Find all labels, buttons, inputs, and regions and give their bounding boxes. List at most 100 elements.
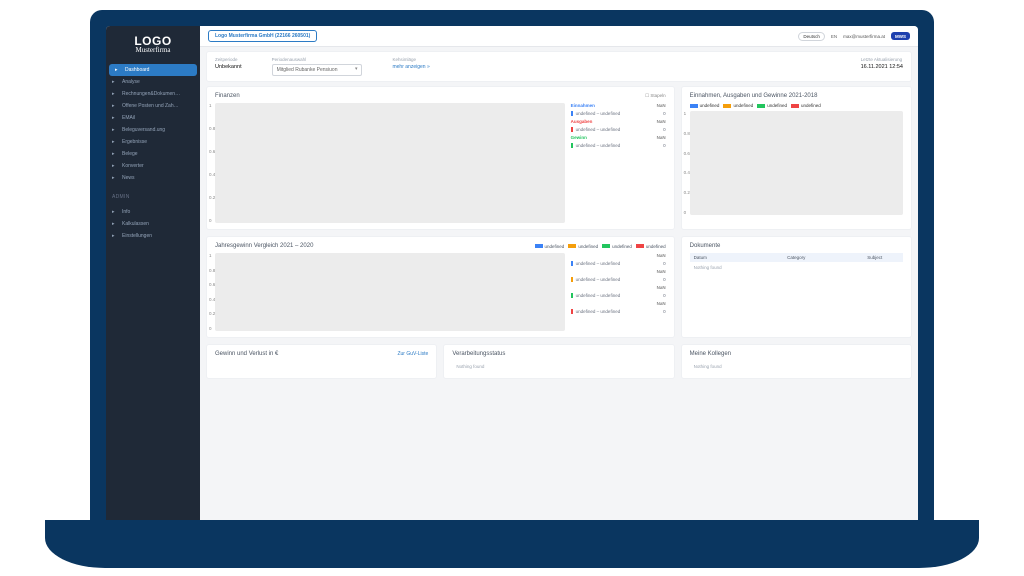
dokumente-empty: Nothing found xyxy=(690,262,903,273)
legend-item: undefined xyxy=(602,244,632,249)
vergleich-legend: undefinedundefinedundefinedundefined xyxy=(535,244,666,249)
period-value: Unbekannt xyxy=(215,64,242,70)
topbar: Logo Musterfirma GmbH (22166 260501) Deu… xyxy=(200,26,918,47)
sidebar-item-offene-posten-und-zah-[interactable]: ▸ Offene Posten und Zah… xyxy=(106,100,200,112)
nav-icon: ▸ xyxy=(112,151,118,157)
sidebar-item-rechnungen-dokumen-[interactable]: ▸ Rechnungen&Dokumen… xyxy=(106,88,200,100)
guv-title: Gewinn und Verlust in € xyxy=(215,351,278,357)
legend-item: undefined xyxy=(723,103,753,108)
nav-icon: ▸ xyxy=(115,67,121,73)
updated-label: Letzte Aktualisierung xyxy=(861,57,903,62)
period-label: Zeitperiode xyxy=(215,57,242,62)
sidebar-item-email[interactable]: ▸ EMAil xyxy=(106,112,200,124)
vergleich-metrics: NaNundefined – undefined0NaNundefined – … xyxy=(571,253,666,331)
kollegen-empty: Nothing found xyxy=(690,361,903,372)
sidebar-item-label: Offene Posten und Zah… xyxy=(122,103,179,109)
vergleich-title: Jahresgewinn Vergleich 2021 – 2020 xyxy=(215,243,313,249)
card-finanzen: Finanzen ☐ Stapeln 10.80.60.40.20 Einnah… xyxy=(206,86,675,230)
sidebar-item-news[interactable]: ▸ News xyxy=(106,172,200,184)
sidebar-item-label: Dashboard xyxy=(125,67,149,73)
sidebar-item-label: Belege xyxy=(122,151,138,157)
logo-tagline: Musterfirma xyxy=(112,46,194,54)
nav-icon: ▸ xyxy=(112,209,118,215)
sidebar-item-kalkulassen[interactable]: ▸Kalkulassen xyxy=(106,218,200,230)
sidebar-item-label: Ergebnisse xyxy=(122,139,147,145)
amounts-more-link[interactable]: mehr anzeigen » xyxy=(392,64,429,70)
col-datum[interactable]: Datum xyxy=(694,255,742,260)
legend-item: undefined xyxy=(791,103,821,108)
nav-icon: ▸ xyxy=(112,103,118,109)
language-selector[interactable]: Deutsch xyxy=(798,32,825,41)
finanzen-metrics: EinnahmenNaNundefined – undefined0Ausgab… xyxy=(571,103,666,223)
filter-bar: Zeitperiode Unbekannt Periodenauswahl Mi… xyxy=(206,51,912,82)
period-select-label: Periodenauswahl xyxy=(272,57,363,62)
period-select[interactable]: Mitglied Rubanke Pensiuon xyxy=(272,64,363,76)
main-nav: ▸Dashboard▸Analyse▸Rechnungen&Dokumen…▸O… xyxy=(106,60,200,188)
updated-value: 16.11.2021 12:54 xyxy=(861,64,903,70)
company-selector[interactable]: Logo Musterfirma GmbH (22166 260501) xyxy=(208,30,317,42)
sidebar-item-konverter[interactable]: ▸ Konverter xyxy=(106,160,200,172)
nav-icon: ▸ xyxy=(112,163,118,169)
laptop-frame: LOGO Musterfirma ▸Dashboard▸Analyse▸Rech… xyxy=(90,10,934,550)
logo-block: LOGO Musterfirma xyxy=(106,26,200,60)
sidebar-item-label: Einstellungen xyxy=(122,233,152,239)
vergleich-chart xyxy=(215,253,565,331)
sidebar: LOGO Musterfirma ▸Dashboard▸Analyse▸Rech… xyxy=(106,26,200,550)
dokumente-title: Dokumente xyxy=(690,243,721,249)
status-empty: Nothing found xyxy=(452,361,665,372)
sidebar-item-label: Info xyxy=(122,209,130,215)
nav-icon: ▸ xyxy=(112,139,118,145)
user-avatar-badge[interactable]: MWS xyxy=(891,32,910,40)
sidebar-item-beleguversand-ung[interactable]: ▸ Beleguversand.ung xyxy=(106,124,200,136)
card-guv: Gewinn und Verlust in € Zur GuV-Liste xyxy=(206,344,437,379)
finanzen-title: Finanzen xyxy=(215,93,240,99)
legend-item: undefined xyxy=(568,244,598,249)
admin-section-label: ADMIN xyxy=(106,188,200,202)
user-email: max@musterfirma.at xyxy=(843,34,885,39)
sidebar-item-label: Konverter xyxy=(122,163,144,169)
nav-icon: ▸ xyxy=(112,115,118,121)
filter-amounts: Kehsimläge mehr anzeigen » xyxy=(392,57,429,76)
laptop-base xyxy=(45,520,979,568)
legend-item: undefined xyxy=(690,103,720,108)
stapeln-toggle[interactable]: ☐ Stapeln xyxy=(645,93,666,99)
col-category[interactable]: Category xyxy=(772,255,820,260)
einnahmen-legend: undefinedundefinedundefinedundefined xyxy=(690,103,903,108)
sidebar-item-label: News xyxy=(122,175,135,181)
card-kollegen: Meine Kollegen Nothing found xyxy=(681,344,912,379)
einnahmen-yaxis: 10.80.60.40.20 xyxy=(684,111,690,215)
guv-link[interactable]: Zur GuV-Liste xyxy=(397,351,428,357)
sidebar-item-label: EMAil xyxy=(122,115,135,121)
card-einnahmen: Einnahmen, Ausgaben und Gewinne 2021-201… xyxy=(681,86,912,230)
sidebar-item-analyse[interactable]: ▸Analyse xyxy=(106,76,200,88)
finanzen-chart xyxy=(215,103,565,223)
legend-item: undefined xyxy=(535,244,565,249)
sidebar-item-ergebnisse[interactable]: ▸ Ergebnisse xyxy=(106,136,200,148)
nav-icon: ▸ xyxy=(112,175,118,181)
nav-icon: ▸ xyxy=(112,221,118,227)
nav-icon: ▸ xyxy=(112,91,118,97)
nav-icon: ▸ xyxy=(112,79,118,85)
nav-icon: ▸ xyxy=(112,127,118,133)
legend-item: undefined xyxy=(757,103,787,108)
sidebar-item-einstellungen[interactable]: ▸ Einstellungen xyxy=(106,230,200,242)
kollegen-title: Meine Kollegen xyxy=(690,351,731,357)
sidebar-item-label: Rechnungen&Dokumen… xyxy=(122,91,180,97)
legend-item: undefined xyxy=(636,244,666,249)
admin-nav: ▸Info▸Kalkulassen▸Einstellungen xyxy=(106,202,200,246)
einnahmen-chart xyxy=(690,111,903,215)
card-vergleich: Jahresgewinn Vergleich 2021 – 2020 undef… xyxy=(206,236,675,338)
sidebar-item-label: Beleguversand.ung xyxy=(122,127,165,133)
card-dokumente: Dokumente Datum Category Subject Nothing… xyxy=(681,236,912,338)
col-subject[interactable]: Subject xyxy=(851,255,899,260)
sidebar-item-dashboard[interactable]: ▸ Dashboard xyxy=(109,64,197,76)
card-status: Verarbeitungsstatus Nothing found xyxy=(443,344,674,379)
amounts-label: Kehsimläge xyxy=(392,57,429,62)
filter-period-select: Periodenauswahl Mitglied Rubanke Pensiuo… xyxy=(272,57,363,76)
sidebar-item-info[interactable]: ▸ Info xyxy=(106,206,200,218)
einnahmen-title: Einnahmen, Ausgaben und Gewinne 2021-201… xyxy=(690,93,818,99)
sidebar-item-belege[interactable]: ▸ Belege xyxy=(106,148,200,160)
filter-period: Zeitperiode Unbekannt xyxy=(215,57,242,76)
status-title: Verarbeitungsstatus xyxy=(452,351,505,357)
nav-icon: ▸ xyxy=(112,233,118,239)
